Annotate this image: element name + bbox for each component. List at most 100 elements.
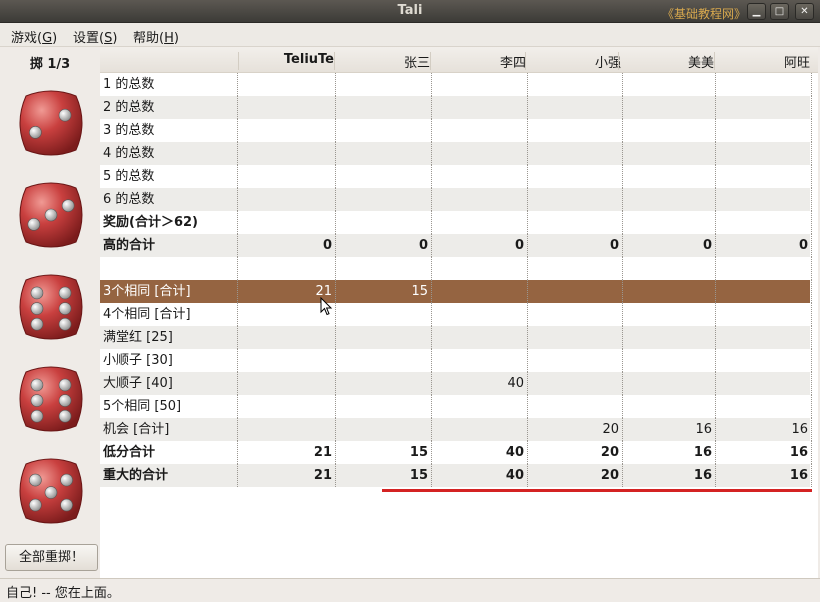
score-cell[interactable]: 0 [525,234,623,257]
die-icon[interactable] [12,452,90,530]
score-cell[interactable]: 0 [714,234,812,257]
score-cell[interactable]: 16 [714,441,812,464]
score-row[interactable]: 6 的总数 [100,188,812,211]
score-cell[interactable] [525,349,623,372]
score-cell[interactable] [430,188,528,211]
score-cell[interactable]: 40 [430,372,528,395]
score-cell[interactable]: 21 [238,464,336,487]
score-cell[interactable] [714,372,812,395]
menu-help[interactable]: 帮助(H) [133,27,179,46]
score-cell[interactable] [525,372,623,395]
score-cell[interactable] [430,165,528,188]
score-cell[interactable] [714,142,812,165]
score-cell[interactable] [238,372,336,395]
score-row[interactable]: 高的合计 0 0 0 0 0 0 [100,234,812,257]
score-cell[interactable]: 20 [525,464,623,487]
score-cell[interactable]: 0 [618,234,716,257]
reroll-all-button[interactable]: 全部重掷！ [5,544,98,571]
score-cell[interactable] [334,395,432,418]
die-icon[interactable] [12,176,90,254]
die-icon[interactable] [12,360,90,438]
score-row[interactable]: 2 的总数 [100,96,812,119]
score-cell[interactable] [334,257,432,280]
score-cell[interactable]: 16 [714,464,812,487]
score-cell[interactable] [714,165,812,188]
score-cell[interactable] [525,257,623,280]
score-cell[interactable] [334,142,432,165]
score-cell[interactable]: 15 [334,280,432,303]
score-cell[interactable] [714,349,812,372]
score-cell[interactable] [430,280,528,303]
score-cell[interactable] [238,349,336,372]
score-row[interactable]: 机会 [合计] 20 16 16 [100,418,812,441]
score-cell[interactable] [525,142,623,165]
score-cell[interactable]: 16 [714,418,812,441]
score-row[interactable]: 3 的总数 [100,119,812,142]
score-cell[interactable] [430,257,528,280]
score-cell[interactable] [714,395,812,418]
score-cell[interactable] [238,73,336,96]
score-cell[interactable] [714,73,812,96]
score-cell[interactable] [334,73,432,96]
score-cell[interactable] [714,119,812,142]
score-cell[interactable]: 0 [430,234,528,257]
die-icon[interactable] [12,84,90,162]
score-cell[interactable]: 0 [238,234,336,257]
score-cell[interactable] [525,119,623,142]
score-cell[interactable] [714,280,812,303]
score-cell[interactable] [334,119,432,142]
score-row[interactable]: 满堂红 [25] [100,326,812,349]
score-cell[interactable] [238,395,336,418]
score-cell[interactable] [525,165,623,188]
score-cell[interactable] [430,349,528,372]
close-button[interactable]: ✕ [795,3,814,20]
score-cell[interactable] [238,257,336,280]
score-row[interactable]: 小顺子 [30] [100,349,812,372]
score-cell[interactable] [618,142,716,165]
score-cell[interactable] [618,211,716,234]
score-cell[interactable] [334,418,432,441]
score-cell[interactable] [525,211,623,234]
maximize-button[interactable]: □ [770,3,789,20]
score-cell[interactable] [430,395,528,418]
score-cell[interactable] [618,326,716,349]
score-cell[interactable]: 16 [618,441,716,464]
score-cell[interactable] [238,96,336,119]
score-cell[interactable]: 21 [238,441,336,464]
score-cell[interactable] [430,418,528,441]
score-cell[interactable]: 20 [525,418,623,441]
score-cell[interactable]: 0 [334,234,432,257]
score-cell[interactable] [618,188,716,211]
score-cell[interactable] [334,349,432,372]
score-cell[interactable]: 16 [618,464,716,487]
score-cell[interactable] [525,303,623,326]
score-row[interactable]: 1 的总数 [100,73,812,96]
score-cell[interactable] [618,303,716,326]
score-cell[interactable] [238,326,336,349]
player-header[interactable]: 阿旺 [714,52,812,71]
score-cell[interactable] [430,96,528,119]
score-cell[interactable] [714,188,812,211]
die-icon[interactable] [12,268,90,346]
score-cell[interactable] [525,73,623,96]
score-cell[interactable] [334,188,432,211]
score-row[interactable]: 重大的合计 21 15 40 20 16 16 [100,464,812,487]
score-cell[interactable] [334,165,432,188]
score-row[interactable] [100,257,812,280]
score-cell[interactable]: 15 [334,464,432,487]
player-header[interactable]: 李四 [430,52,528,71]
score-cell[interactable] [430,303,528,326]
score-cell[interactable] [525,395,623,418]
score-cell[interactable] [238,119,336,142]
score-cell[interactable] [525,280,623,303]
score-cell[interactable] [618,349,716,372]
score-cell[interactable] [430,326,528,349]
score-cell[interactable] [618,257,716,280]
score-cell[interactable] [334,372,432,395]
score-row[interactable]: 4 的总数 [100,142,812,165]
score-cell[interactable]: 15 [334,441,432,464]
score-cell[interactable] [238,418,336,441]
score-cell[interactable] [238,165,336,188]
score-cell[interactable] [430,119,528,142]
score-row[interactable]: 奖励(合计＞62) [100,211,812,234]
